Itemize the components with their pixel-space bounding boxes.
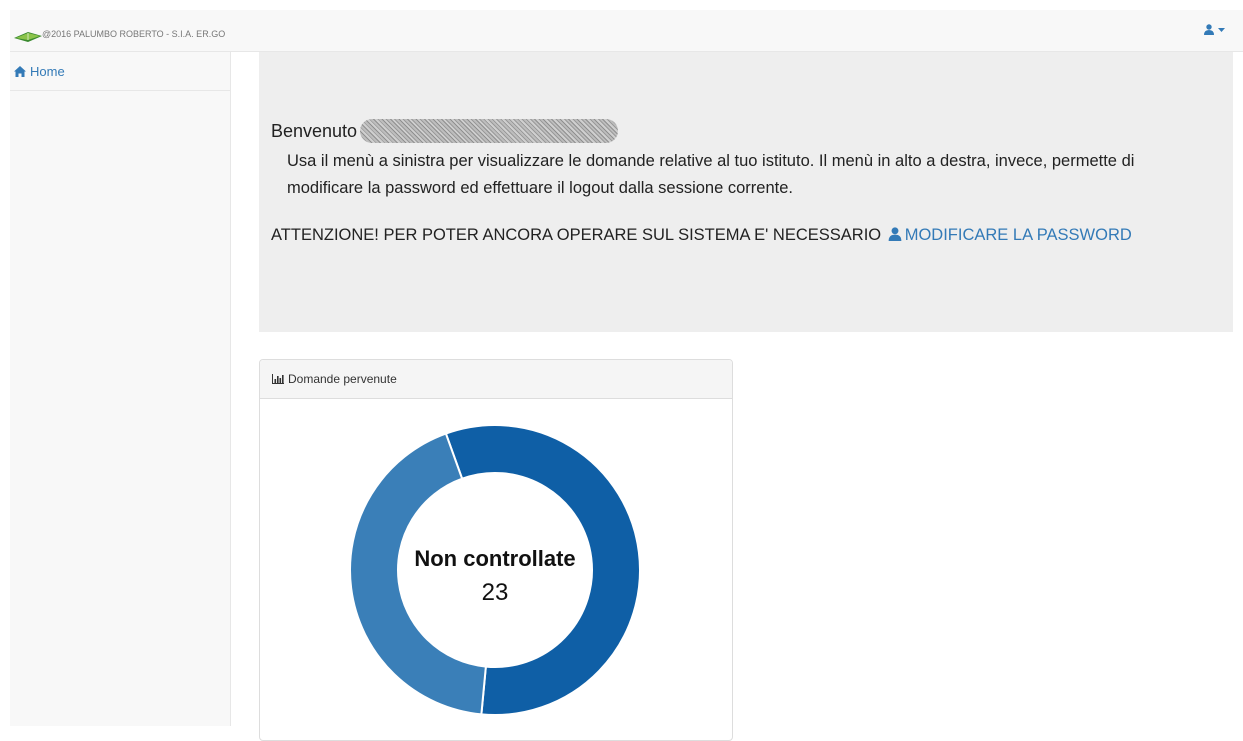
sidebar: Home bbox=[10, 52, 231, 726]
change-password-label: MODIFICARE LA PASSWORD bbox=[904, 226, 1132, 244]
bar-chart-icon bbox=[272, 374, 284, 384]
caret-down-icon bbox=[1218, 27, 1225, 32]
donut-chart: Non controllate 23 bbox=[349, 424, 641, 716]
home-icon bbox=[14, 65, 26, 77]
chart-center-label: Non controllate bbox=[414, 546, 575, 571]
user-menu-toggle[interactable] bbox=[1204, 24, 1225, 35]
app-logo bbox=[12, 19, 44, 45]
sidebar-item-label: Home bbox=[30, 63, 65, 79]
top-navbar: @2016 PALUMBO ROBERTO - S.I.A. ER.GO bbox=[10, 10, 1243, 52]
redacted-username bbox=[360, 119, 619, 143]
welcome-text: Benvenuto bbox=[271, 120, 358, 141]
sidebar-item-home[interactable]: Home bbox=[10, 52, 230, 91]
attention-message: ATTENZIONE! PER POTER ANCORA OPERARE SUL… bbox=[271, 222, 1211, 248]
panel-heading: Domande pervenute bbox=[260, 360, 732, 399]
user-icon bbox=[888, 227, 902, 241]
welcome-jumbotron: Benvenuto Usa il menù a sinistra per vis… bbox=[259, 52, 1233, 332]
copyright-text: @2016 PALUMBO ROBERTO - S.I.A. ER.GO bbox=[42, 29, 226, 39]
brand[interactable]: @2016 PALUMBO ROBERTO - S.I.A. ER.GO bbox=[12, 19, 225, 45]
attention-text: ATTENZIONE! PER POTER ANCORA OPERARE SUL… bbox=[271, 226, 882, 244]
user-icon bbox=[1204, 24, 1214, 35]
requests-panel: Domande pervenute Non controllate 23 bbox=[259, 359, 733, 741]
welcome-description: Usa il menù a sinistra per visualizzare … bbox=[287, 152, 1135, 197]
panel-title: Domande pervenute bbox=[288, 372, 397, 386]
change-password-link[interactable]: MODIFICARE LA PASSWORD bbox=[886, 226, 1132, 244]
welcome-heading: Benvenuto bbox=[271, 119, 619, 143]
chart-center-value: 23 bbox=[482, 579, 509, 606]
logo-book-icon bbox=[14, 32, 42, 42]
